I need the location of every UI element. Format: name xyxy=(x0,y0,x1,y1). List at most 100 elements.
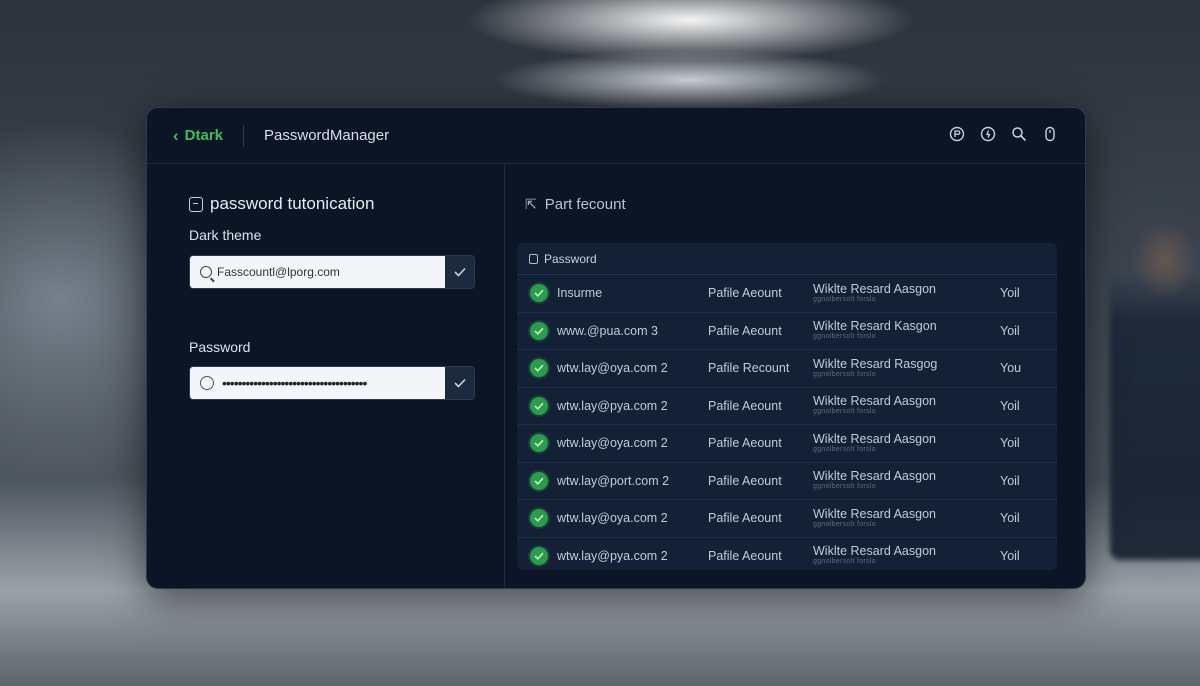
row-note: Wiklte Resard Aasgon xyxy=(813,544,936,559)
row-note-sub: ggnolbersolt forslo xyxy=(813,445,876,453)
row-note-group: Wiklte Resard Aasgon ggnolbersolt forslo xyxy=(813,545,1000,566)
row-profile: Pafile Aeount xyxy=(708,323,782,338)
table-row[interactable]: Insurme Pafile Aeount Wiklte Resard Aasgon… xyxy=(517,275,1057,313)
check-icon xyxy=(453,267,466,277)
table-row[interactable]: www.@pua.com 3 Pafile Aeount Wiklte Resard… xyxy=(517,313,1057,350)
email-input[interactable]: Fasscountl@lporg.com xyxy=(190,256,445,288)
row-note-sub: ggnolbersolt forslo xyxy=(813,333,876,341)
table-row[interactable]: wtw.lay@oya.com 2 Pafile Aeount Wiklte Res… xyxy=(517,500,1057,538)
table-header-label: Password xyxy=(544,251,597,266)
check-icon xyxy=(453,378,466,388)
row-note-group: Wiklte Resard Aasgon ggnolbersolt forslo xyxy=(813,281,1000,304)
table-row[interactable]: wtw.lay@port.com 2 Pafile Aeount Wiklte Re… xyxy=(517,463,1057,500)
row-note-group: Wiklte Resard Rasgog ggnolbersolt forslo xyxy=(813,356,1000,379)
title-icon-group xyxy=(948,125,1059,143)
email-field: Fasscountl@lporg.com xyxy=(189,255,475,289)
settings-icon[interactable] xyxy=(948,125,966,143)
lock-icon xyxy=(529,253,538,264)
row-note-sub: ggnolbersolt forslo xyxy=(813,558,876,566)
check-circle-icon xyxy=(530,509,548,528)
row-site: wtw.lay@pya.com 2 xyxy=(557,398,668,413)
title-bar: ‹ Dtark PasswordManager xyxy=(147,108,1085,164)
password-table: Password Insurme Pafile Aeount Wiklte Resa… xyxy=(517,243,1057,570)
row-value: You xyxy=(1000,361,1022,376)
mouse-icon[interactable] xyxy=(1041,125,1059,143)
check-circle-icon xyxy=(530,434,548,453)
row-site: Insurme xyxy=(557,286,603,301)
check-circle-icon xyxy=(530,546,548,565)
row-note: Wiklte Resard Aasgon xyxy=(813,394,936,409)
row-site: wtw.lay@oya.com 2 xyxy=(557,436,668,451)
table-row[interactable]: wtw.lay@oya.com 2 Pafile Recount Wiklte Re… xyxy=(517,350,1057,388)
document-icon xyxy=(189,196,203,212)
row-note-sub: ggnolbersolt forslo xyxy=(813,520,876,528)
row-note-sub: ggnolbersolt forslo xyxy=(813,483,876,491)
row-profile: Pafile Aeount xyxy=(708,398,782,413)
login-panel: password tutonication Dark theme Fasscou… xyxy=(147,164,505,588)
password-value: ••••••••••••••••••••••••••••••••••••• xyxy=(222,375,367,391)
check-circle-icon xyxy=(530,321,548,340)
accounts-heading: ⇱ Part fecount xyxy=(525,196,626,213)
row-note-group: Wiklte Resard Kasgon ggnolbersolt forslo xyxy=(813,320,1000,341)
row-note-group: Wiklte Resard Aasgon ggnolbersolt forslo xyxy=(813,431,1000,454)
password-field: ••••••••••••••••••••••••••••••••••••• xyxy=(189,366,475,400)
row-profile: Pafile Aeount xyxy=(708,548,782,563)
row-note: Wiklte Resard Aasgon xyxy=(813,281,936,296)
back-label: Dtark xyxy=(184,127,224,144)
panel-heading: password tutonication xyxy=(189,194,374,214)
password-confirm-button[interactable] xyxy=(445,367,474,399)
row-profile: Pafile Aeount xyxy=(708,286,782,301)
title-divider xyxy=(243,124,245,147)
row-profile: Pafile Aeount xyxy=(708,436,782,451)
row-note-sub: ggnolbersolt forslo xyxy=(813,408,876,416)
table-row[interactable]: wtw.lay@pya.com 2 Pafile Aeount Wiklte Res… xyxy=(517,538,1057,571)
check-circle-icon xyxy=(530,396,548,415)
accounts-heading-text: Part fecount xyxy=(544,196,626,213)
accounts-panel: ⇱ Part fecount Password Insurme Pafile Ae… xyxy=(505,164,1085,588)
panel-heading-text: password tutonication xyxy=(210,194,375,213)
row-value: Yoil xyxy=(1000,398,1020,413)
row-profile: Pafile Aeount xyxy=(708,473,782,488)
row-value: Yoil xyxy=(1000,286,1020,301)
table-row[interactable]: wtw.lay@pya.com 2 Pafile Aeount Wiklte Res… xyxy=(517,388,1057,425)
search-icon[interactable] xyxy=(1010,125,1028,143)
row-note-group: Wiklte Resard Aasgon ggnolbersolt forslo xyxy=(813,470,1000,491)
table-header: Password xyxy=(517,243,1057,275)
row-note: Wiklte Resard Aasgon xyxy=(813,431,936,446)
email-confirm-button[interactable] xyxy=(445,256,474,288)
row-value: Yoil xyxy=(1000,436,1020,451)
collapse-arrow-icon[interactable]: ⇱ xyxy=(525,196,537,213)
row-site: wtw.lay@port.com 2 xyxy=(557,473,670,488)
check-circle-icon xyxy=(530,359,548,378)
password-manager-window: ‹ Dtark PasswordManager password tutonic… xyxy=(146,107,1086,589)
password-input[interactable]: ••••••••••••••••••••••••••••••••••••• xyxy=(190,367,445,399)
row-value: Yoil xyxy=(1000,511,1020,526)
chevron-left-icon: ‹ xyxy=(173,125,179,145)
row-note: Wiklte Resard Kasgon xyxy=(813,319,937,334)
row-note-sub: ggnolbersolt forslo xyxy=(813,295,876,303)
row-profile: Pafile Aeount xyxy=(708,511,782,526)
row-value: Yoil xyxy=(1000,473,1020,488)
table-row[interactable]: wtw.lay@oya.com 2 Pafile Aeount Wiklte Res… xyxy=(517,425,1057,463)
row-profile: Pafile Recount xyxy=(708,361,790,376)
row-site: wtw.lay@oya.com 2 xyxy=(557,361,668,376)
background-person xyxy=(1110,220,1200,560)
row-value: Yoil xyxy=(1000,548,1020,563)
info-icon[interactable] xyxy=(979,125,997,143)
row-note: Wiklte Resard Aasgon xyxy=(813,506,936,521)
back-button[interactable]: ‹ Dtark xyxy=(173,126,223,146)
row-note-group: Wiklte Resard Aasgon ggnolbersolt forslo xyxy=(813,395,1000,416)
row-note: Wiklte Resard Aasgon xyxy=(813,469,936,484)
check-circle-icon xyxy=(530,284,548,303)
search-icon xyxy=(200,266,212,278)
row-value: Yoil xyxy=(1000,323,1020,338)
table-body: Insurme Pafile Aeount Wiklte Resard Aasgon… xyxy=(517,275,1057,570)
row-note-sub: ggnolbersolt forslo xyxy=(813,370,876,378)
password-label: Password xyxy=(189,339,251,355)
row-site: wtw.lay@oya.com 2 xyxy=(557,511,668,526)
row-site: www.@pua.com 3 xyxy=(557,323,658,338)
radio-icon xyxy=(200,376,214,390)
row-site: wtw.lay@pya.com 2 xyxy=(557,548,668,563)
row-note: Wiklte Resard Rasgog xyxy=(813,356,938,371)
email-label: Dark theme xyxy=(189,227,262,243)
